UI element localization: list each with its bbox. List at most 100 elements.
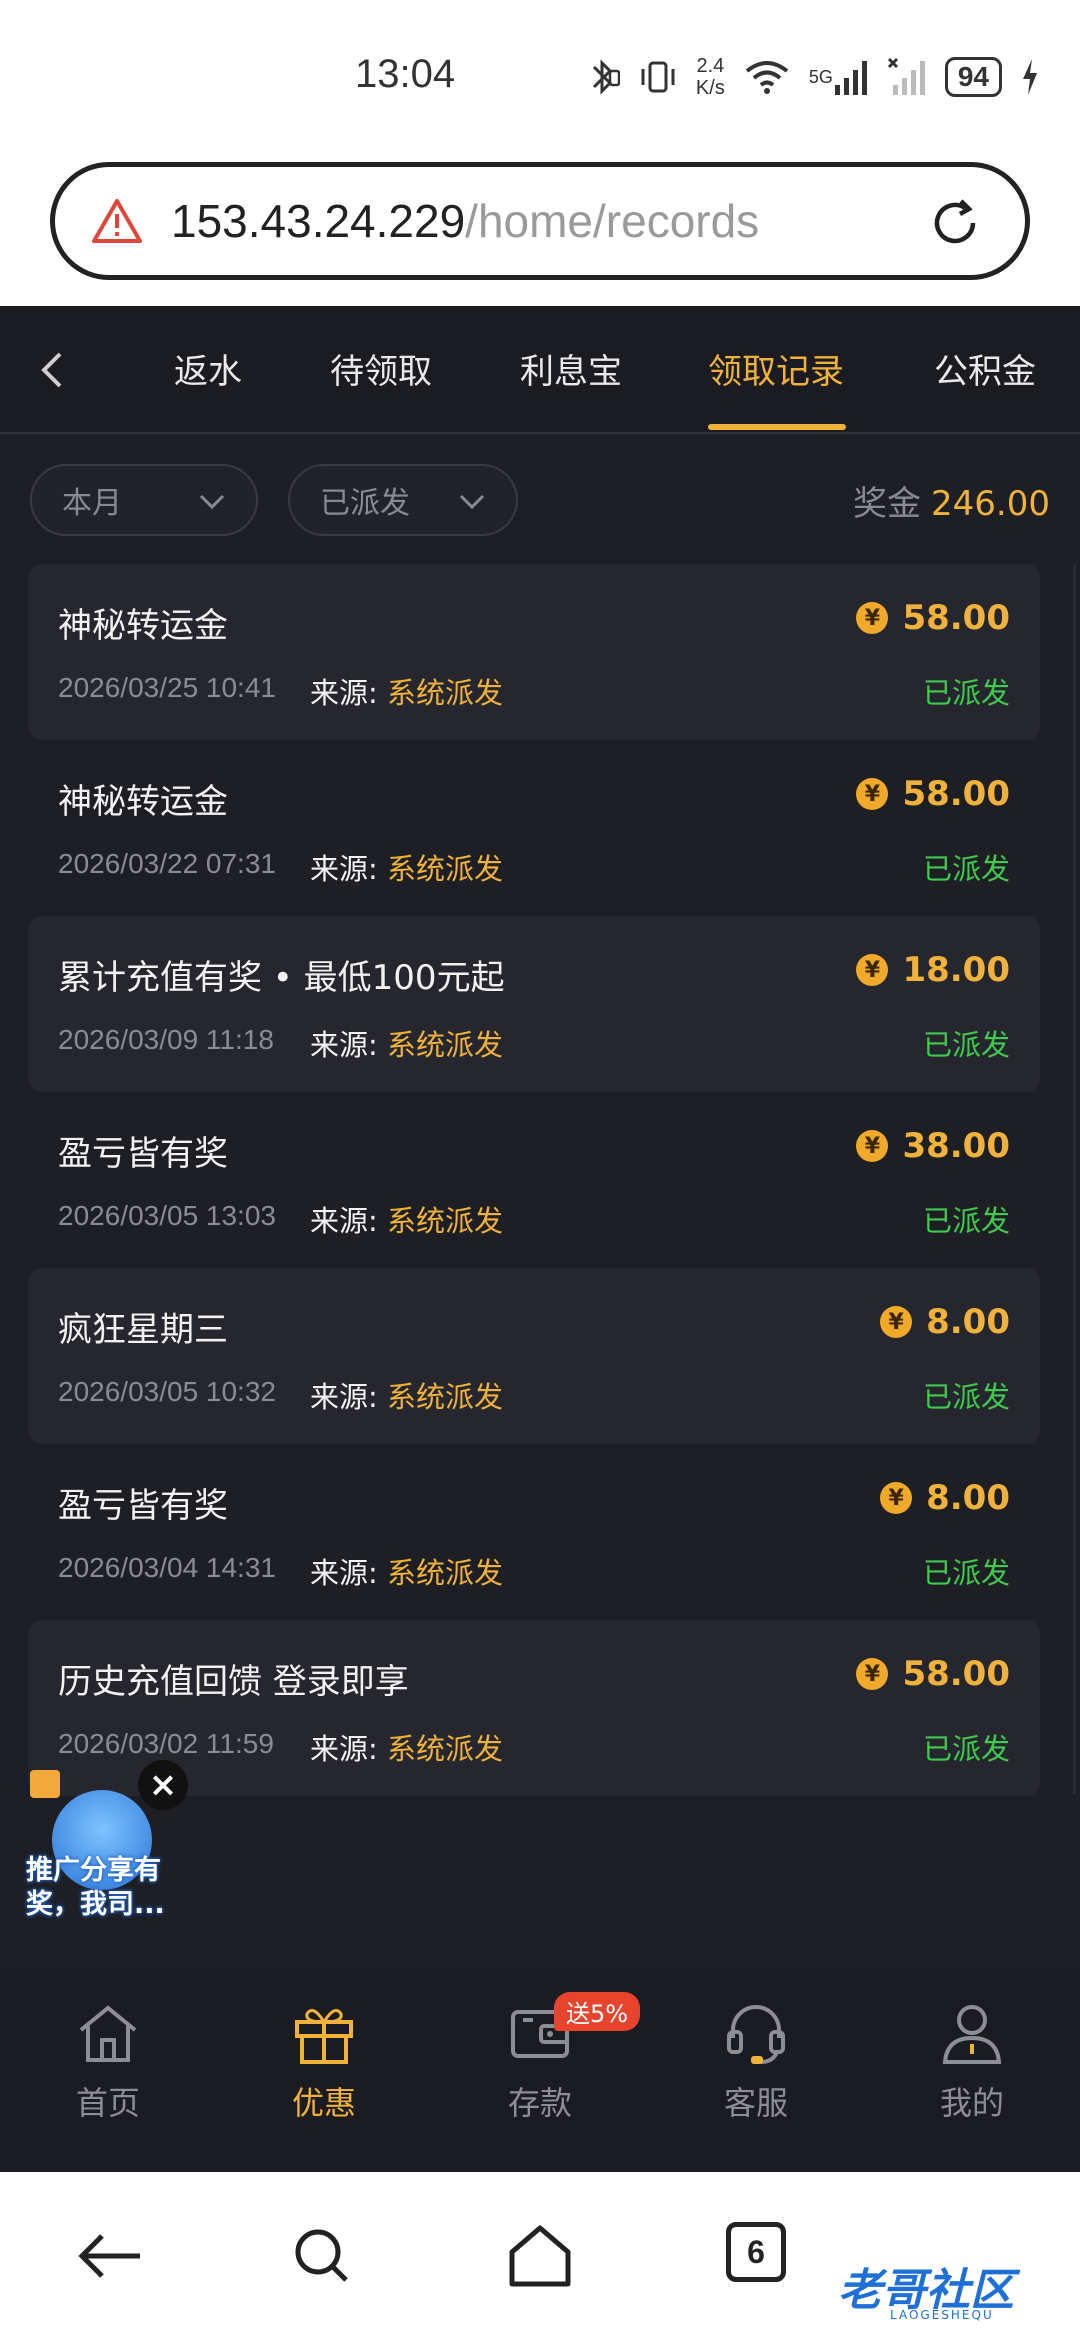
record-title: 神秘转运金: [58, 606, 228, 646]
record-datetime: 2026/03/05 10:32: [58, 1376, 276, 1407]
record-status: 已派发: [922, 1204, 1010, 1238]
vibrate-icon: [638, 55, 678, 99]
record-title: 累计充值有奖 • 最低100元起: [58, 958, 505, 998]
referral-promo-widget[interactable]: × 推广分享有奖，我司...: [22, 1760, 192, 1930]
record-status: 已派发: [922, 1028, 1010, 1062]
chevron-down-icon: [459, 494, 485, 510]
charging-icon: [1020, 55, 1040, 99]
record-amount: ¥58.00: [856, 1654, 1010, 1694]
close-icon[interactable]: ×: [138, 1760, 188, 1810]
coin-icon: ¥: [856, 954, 889, 986]
insecure-warning-icon: [92, 199, 142, 243]
search-icon[interactable]: [284, 2218, 360, 2294]
system-nav-bar: 6 老哥社区 LAOGESHEQU: [0, 2172, 1080, 2340]
coin-icon: ¥: [856, 1130, 889, 1162]
status-icons: 2.4 K/s 5G 94: [586, 52, 1040, 102]
category-tab-bar: 返水 待领取 利息宝 领取记录 公积金: [0, 306, 1080, 434]
record-source: 来源: 系统派发: [310, 852, 504, 886]
nav-support[interactable]: 客服: [676, 1998, 836, 2124]
scrollbar-track: [1073, 564, 1076, 1794]
nav-deposit[interactable]: 送5% 存款: [460, 1992, 641, 2124]
record-item[interactable]: 神秘转运金 ¥58.00 2026/03/25 10:41 来源: 系统派发 已…: [28, 564, 1040, 740]
network-speed: 2.4 K/s: [695, 55, 725, 99]
home-icon[interactable]: [502, 2218, 578, 2294]
record-amount: ¥8.00: [880, 1478, 1010, 1518]
browser-tabs-button[interactable]: 6: [726, 2222, 786, 2282]
signal-no-sim-icon: [887, 55, 927, 99]
record-title: 历史充值回馈 登录即享: [58, 1662, 409, 1702]
record-status: 已派发: [922, 1732, 1010, 1766]
record-item[interactable]: 累计充值有奖 • 最低100元起 ¥18.00 2026/03/09 11:18…: [28, 916, 1040, 1092]
record-title: 盈亏皆有奖: [58, 1486, 228, 1526]
record-amount: ¥18.00: [856, 950, 1010, 990]
back-icon[interactable]: [72, 2218, 148, 2294]
period-filter-value: 本月: [62, 486, 122, 521]
record-source: 来源: 系统派发: [310, 676, 504, 710]
status-time: 13:04: [355, 52, 456, 96]
record-datetime: 2026/03/09 11:18: [58, 1024, 274, 1055]
period-filter[interactable]: 本月: [30, 464, 258, 536]
user-icon: [942, 2005, 1002, 2064]
tab-interest[interactable]: 利息宝: [520, 344, 622, 393]
coin-icon: ¥: [856, 778, 889, 810]
gift-icon: [30, 1770, 60, 1798]
tab-pending[interactable]: 待领取: [330, 344, 432, 393]
record-status: 已派发: [922, 1556, 1010, 1590]
nav-home[interactable]: 首页: [28, 1998, 188, 2124]
record-amount: ¥58.00: [856, 774, 1010, 814]
tab-rebate[interactable]: 返水: [174, 344, 242, 393]
record-list: 神秘转运金 ¥58.00 2026/03/25 10:41 来源: 系统派发 已…: [28, 564, 1040, 1796]
record-source: 来源: 系统派发: [310, 1732, 504, 1766]
record-datetime: 2026/03/02 11:59: [58, 1728, 274, 1759]
signal-5g-icon: 5G: [809, 55, 869, 99]
headset-icon: [727, 2005, 785, 2064]
bonus-label: 奖金: [853, 484, 922, 524]
record-amount: ¥58.00: [856, 598, 1010, 638]
reload-icon[interactable]: [925, 193, 985, 253]
active-tab-indicator: [708, 424, 846, 430]
record-item[interactable]: 盈亏皆有奖 ¥38.00 2026/03/05 13:03 来源: 系统派发 已…: [28, 1092, 1040, 1268]
bonus-amount: 246.00: [931, 484, 1050, 524]
record-item[interactable]: 神秘转运金 ¥58.00 2026/03/22 07:31 来源: 系统派发 已…: [28, 740, 1040, 916]
promo-text: 推广分享有奖，我司...: [26, 1855, 165, 1920]
status-filter-value: 已派发: [320, 486, 410, 521]
coin-icon: ¥: [856, 602, 889, 634]
coin-icon: ¥: [880, 1306, 913, 1338]
browser-chrome: 13:04 2.4 K/s 5G 94 153.43.24.229/home/r…: [0, 0, 1080, 306]
watermark-subtext: LAOGESHEQU: [890, 2308, 994, 2322]
url-host: 153.43.24.229: [171, 195, 466, 247]
bottom-nav: 首页 优惠 送5% 存款 客服 我的: [0, 1968, 1080, 2172]
battery-level: 94: [944, 57, 1002, 97]
record-datetime: 2026/03/05 13:03: [58, 1200, 276, 1231]
address-bar[interactable]: 153.43.24.229/home/records: [50, 162, 1030, 280]
record-source: 来源: 系统派发: [310, 1380, 504, 1414]
gift-icon: [295, 2008, 353, 2064]
wifi-icon: [743, 55, 791, 99]
record-status: 已派发: [922, 852, 1010, 886]
record-amount: ¥8.00: [880, 1302, 1010, 1342]
deposit-bonus-badge: 送5%: [554, 1992, 641, 2031]
nav-promotions[interactable]: 优惠: [244, 1998, 404, 2124]
record-source: 来源: 系统派发: [310, 1556, 504, 1590]
coin-icon: ¥: [856, 1658, 889, 1690]
record-item[interactable]: 盈亏皆有奖 ¥8.00 2026/03/04 14:31 来源: 系统派发 已派…: [28, 1444, 1040, 1620]
record-title: 盈亏皆有奖: [58, 1134, 228, 1174]
record-status: 已派发: [922, 676, 1010, 710]
bonus-total: 奖金 246.00: [853, 476, 1050, 525]
record-title: 神秘转运金: [58, 782, 228, 822]
nav-profile[interactable]: 我的: [892, 1998, 1052, 2124]
url-path: /home/records: [465, 195, 760, 247]
tab-claim-records[interactable]: 领取记录: [708, 344, 844, 393]
record-datetime: 2026/03/22 07:31: [58, 848, 276, 879]
record-datetime: 2026/03/25 10:41: [58, 672, 276, 703]
status-filter[interactable]: 已派发: [288, 464, 518, 536]
tab-provident-fund[interactable]: 公积金: [934, 344, 1036, 393]
record-status: 已派发: [922, 1380, 1010, 1414]
back-arrow-icon[interactable]: [28, 342, 80, 398]
bluetooth-icon: [586, 55, 620, 99]
coin-icon: ¥: [880, 1482, 913, 1514]
record-title: 疯狂星期三: [58, 1310, 228, 1350]
record-item[interactable]: 疯狂星期三 ¥8.00 2026/03/05 10:32 来源: 系统派发 已派…: [28, 1268, 1040, 1444]
url-text[interactable]: 153.43.24.229/home/records: [171, 194, 759, 248]
record-datetime: 2026/03/04 14:31: [58, 1552, 276, 1583]
